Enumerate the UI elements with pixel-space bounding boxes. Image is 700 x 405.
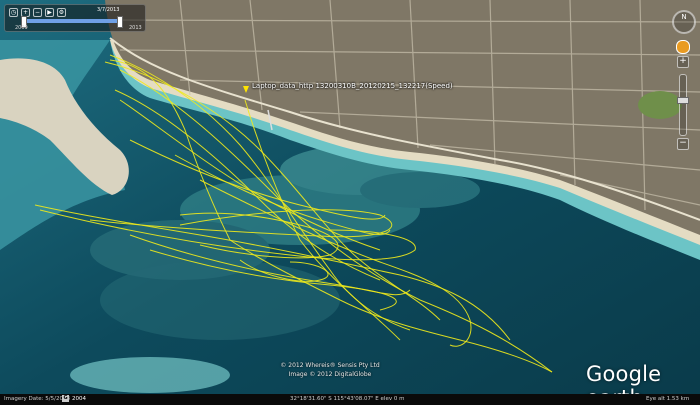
- timeline-range: [23, 19, 119, 23]
- settings-icon[interactable]: ⚙: [57, 8, 66, 17]
- imagery-year: 2004: [72, 396, 86, 402]
- zoom-in-button[interactable]: +: [677, 56, 689, 68]
- eye-altitude: Eye alt 1.53 km: [646, 396, 690, 402]
- imagery-date: Imagery Date: 5/5/2008: [4, 396, 70, 402]
- timeline-end-handle[interactable]: [117, 16, 123, 28]
- map-view[interactable]: Laptop_data_http 13200310B_20120215_1322…: [0, 0, 700, 405]
- navigation-controls: N + −: [672, 10, 696, 152]
- timeline-slider[interactable]: [21, 16, 123, 28]
- compass-north-label: N: [681, 13, 687, 21]
- satellite-map[interactable]: [0, 0, 700, 405]
- compass-icon[interactable]: N: [672, 10, 696, 34]
- timeline-control[interactable]: ◷ + − ▶ ⚙ 3/7/2013 2009 2013: [4, 4, 146, 32]
- timeline-buttons: ◷ + − ▶ ⚙: [9, 8, 66, 17]
- copyright-line-2: Image © 2012 DigitalGlobe: [288, 371, 372, 378]
- pointer-coordinates: 32°18'31.60" S 115°43'08.07" E elev 0 m: [290, 396, 405, 402]
- play-icon[interactable]: ▶: [45, 8, 54, 17]
- zoom-out-time-icon[interactable]: −: [33, 8, 42, 17]
- street-view-icon[interactable]: [676, 40, 690, 54]
- history-icon[interactable]: ◷: [9, 8, 18, 17]
- copyright-line-1: © 2012 Whereis® Sensis Pty Ltd: [280, 362, 380, 369]
- zoom-out-button[interactable]: −: [677, 138, 689, 150]
- placemark-label[interactable]: Laptop_data_http 13200310B_20120215_1322…: [252, 82, 453, 90]
- placemark-pin[interactable]: [243, 86, 249, 93]
- timeline-end-label: 3/7/2013: [97, 7, 120, 13]
- status-bar: Imagery Date: 5/5/2008 G 2004 32°18'31.6…: [0, 394, 700, 405]
- zoom-slider[interactable]: [677, 74, 689, 136]
- historical-imagery-icon[interactable]: G: [62, 395, 69, 402]
- timeline-right-year: 2013: [129, 25, 142, 31]
- timeline-left-year: 2009: [15, 25, 28, 31]
- copyright-notice: © 2012 Whereis® Sensis Pty Ltd Image © 2…: [280, 361, 379, 379]
- zoom-slider-knob[interactable]: [677, 97, 689, 104]
